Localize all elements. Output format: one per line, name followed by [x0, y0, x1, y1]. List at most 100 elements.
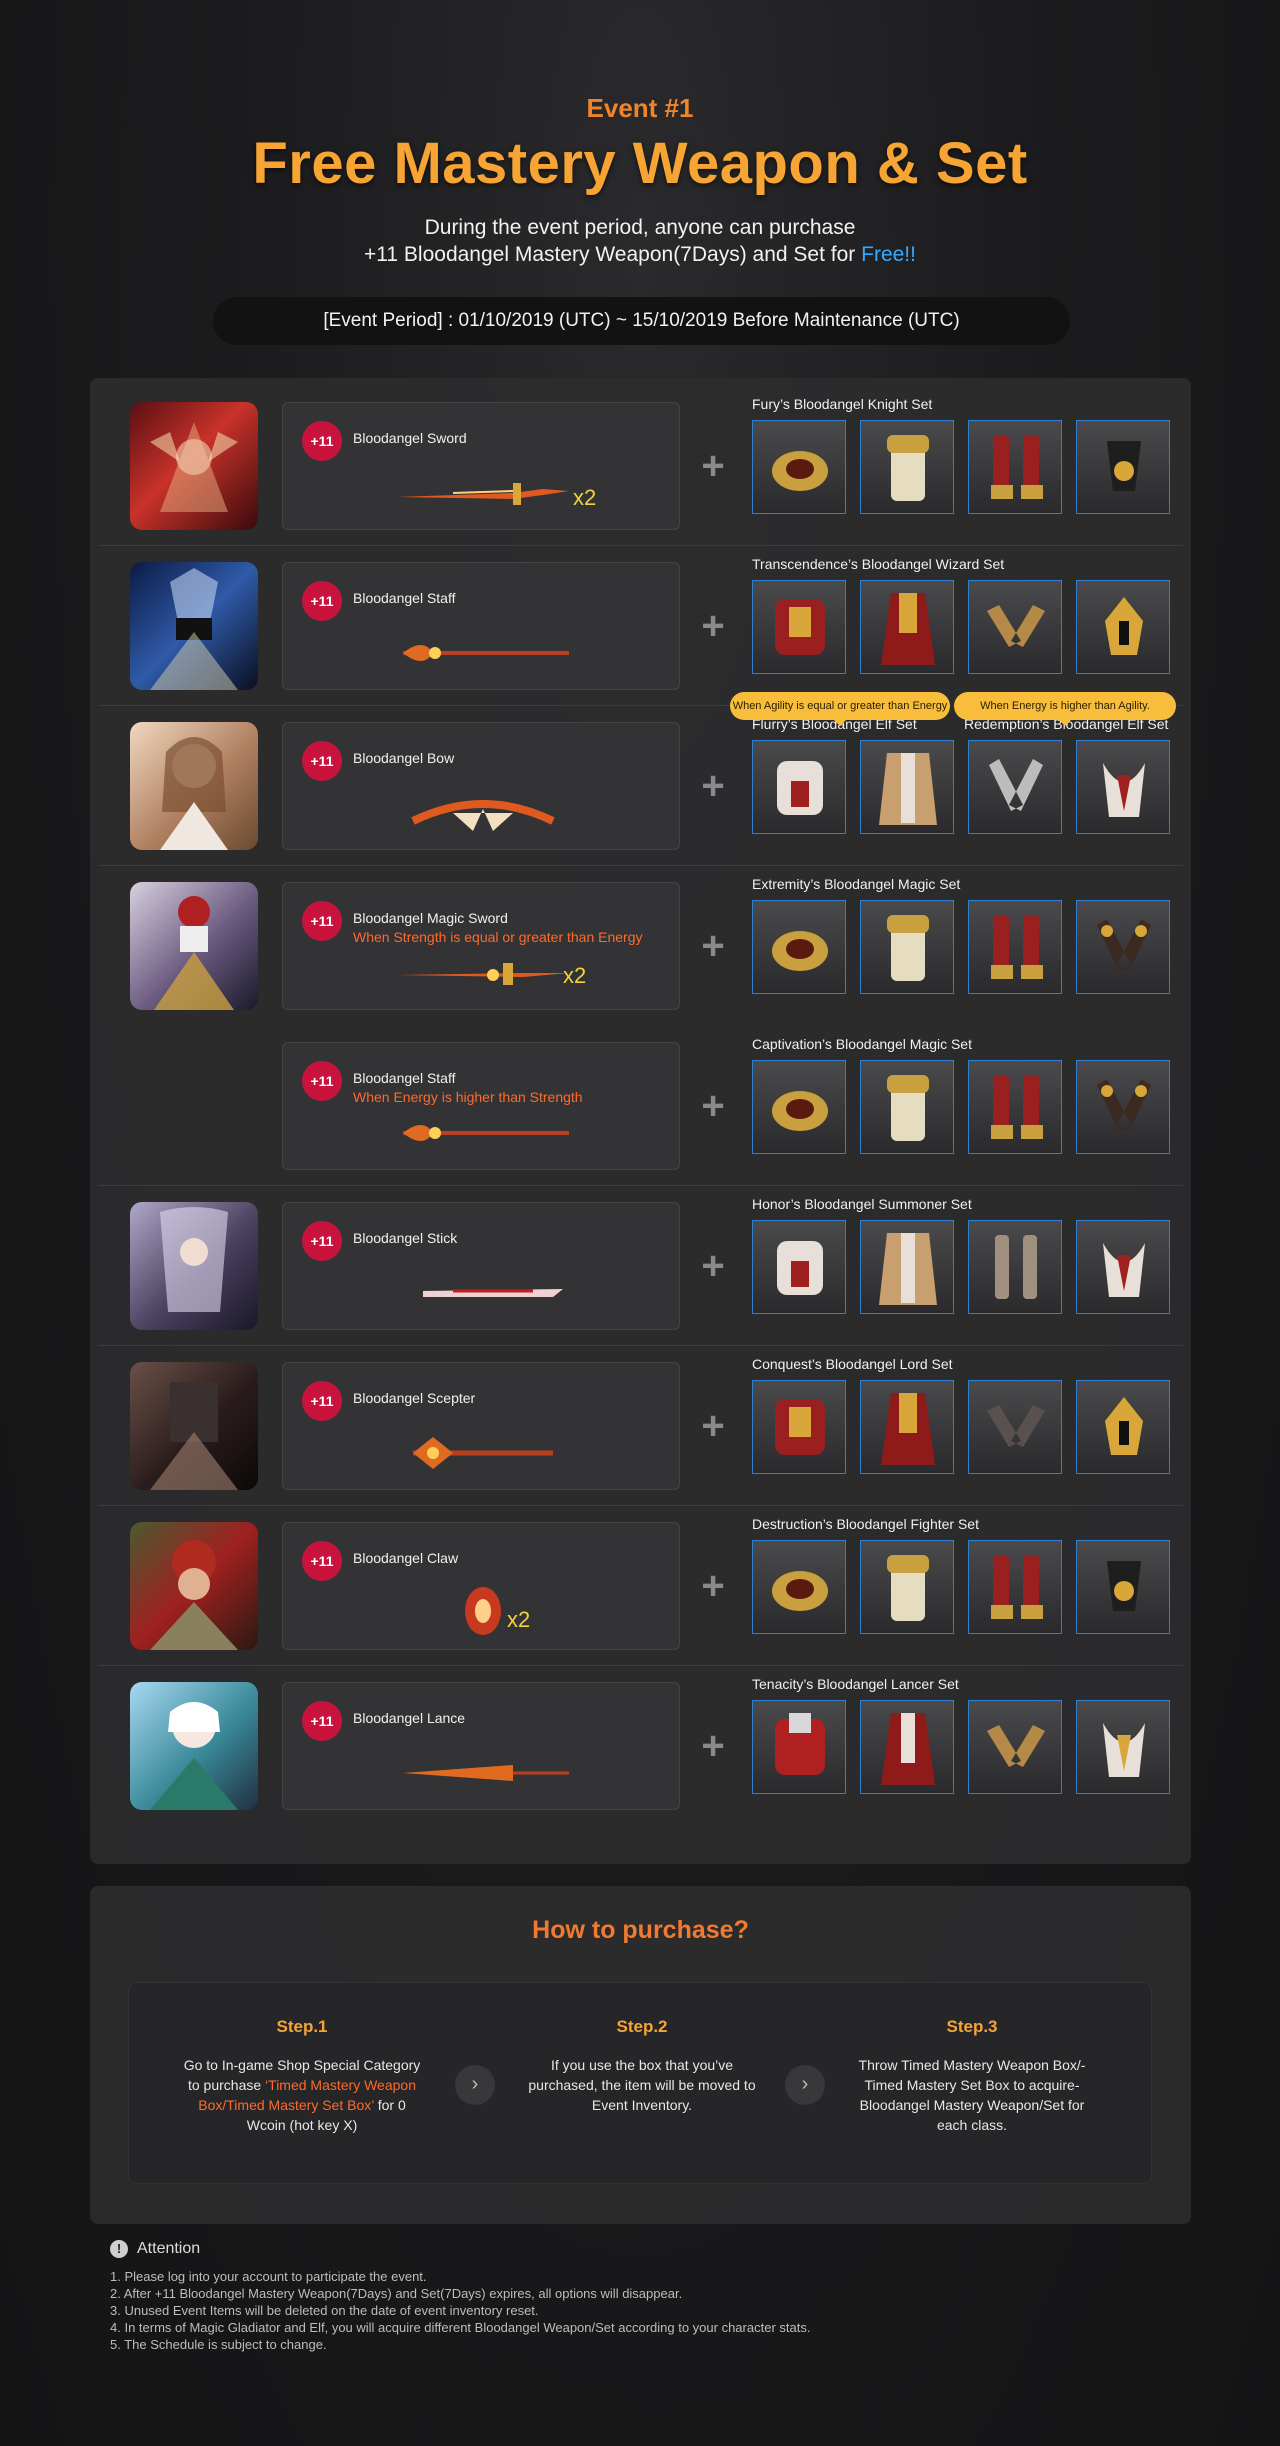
step-3: Step.3 Throw Timed Mastery Weapon Box/-T… — [847, 2017, 1097, 2135]
plus-icon: + — [701, 1404, 725, 1448]
event-header: Event #1 Free Mastery Weapon & Set Durin… — [0, 0, 1280, 376]
step-text: Throw Timed Mastery Weapon Box/-Timed Ma… — [858, 2057, 1086, 2133]
weapon-name: Bloodangel Bow — [353, 750, 455, 766]
summoner-portrait — [130, 1202, 258, 1330]
weapon-box-staff: +11 Bloodangel Staff — [282, 562, 680, 690]
set-name: Honor’s Bloodangel Summoner Set — [752, 1196, 972, 1212]
armor-helm-icon — [1076, 1700, 1170, 1794]
elf-portrait — [130, 722, 258, 850]
lancer-portrait — [130, 1682, 258, 1810]
weapon-box-stick: +11 Bloodangel Stick — [282, 1202, 680, 1330]
elf-agility-tooltip: When Agility is equal or greater than En… — [730, 692, 950, 726]
attention-line: 1. Please log into your account to parti… — [110, 2269, 427, 2284]
armor-boots-icon — [968, 420, 1062, 514]
attention-title: Attention — [137, 2240, 201, 2257]
plus11-badge: +11 — [302, 421, 342, 461]
summoner-art-icon — [160, 1207, 228, 1312]
armor-cape-icon — [860, 740, 954, 834]
plus-icon: + — [701, 1564, 725, 1608]
armor-gloves-icon — [1076, 900, 1170, 994]
magic-gladiator-art-icon — [154, 896, 234, 1010]
step-text: Go to In-game Shop Special Category to p… — [177, 2055, 427, 2135]
step-title: Step.2 — [616, 2017, 668, 2036]
plus11-badge: +11 — [302, 741, 342, 781]
event-period: [Event Period] : 01/10/2019 (UTC) ~ 15/1… — [213, 297, 1070, 345]
attention-line: 5. The Schedule is subject to change. — [110, 2337, 327, 2352]
armor-robe-icon — [860, 1700, 954, 1794]
weapon-name: Bloodangel Magic Sword — [353, 910, 508, 926]
lancer-art-icon — [150, 1702, 238, 1810]
reward-row-lord: +11 Bloodangel Scepter + Conquest’s Bloo… — [98, 1346, 1183, 1506]
weapon-box-sword: +11 Bloodangel Sword x2 — [282, 402, 680, 530]
event-number: Event #1 — [586, 93, 694, 123]
reward-row-fighter: +11 Bloodangel Claw x2 + Destruction’s B… — [98, 1506, 1183, 1666]
plus-icon: + — [701, 444, 725, 488]
reward-row-elf: +11 Bloodangel Bow + Flurry’s Bloodangel… — [98, 706, 1183, 866]
armor-robe-icon — [860, 580, 954, 674]
weapon-condition: When Strength is equal or greater than E… — [353, 929, 643, 945]
set-name: Destruction’s Bloodangel Fighter Set — [752, 1516, 979, 1532]
reward-row-summoner: +11 Bloodangel Stick + Honor’s Bloodange… — [98, 1186, 1183, 1346]
armor-chest-icon — [752, 580, 846, 674]
weapon-box-bow: +11 Bloodangel Bow — [282, 722, 680, 850]
plus11-badge: +11 — [302, 1061, 342, 1101]
step-text: If you use the box that you’ve purchased… — [528, 2057, 756, 2113]
weapon-name: Bloodangel Staff — [353, 1070, 456, 1086]
wizard-portrait — [130, 562, 258, 690]
plus-icon: + — [701, 924, 725, 968]
exclamation-icon: ! — [110, 2240, 128, 2258]
plus11-badge: +11 — [302, 1541, 342, 1581]
scepter-icon — [413, 1437, 553, 1469]
armor-helm-icon — [752, 900, 846, 994]
step-title: Step.1 — [276, 2017, 328, 2036]
knight-portrait — [130, 402, 258, 530]
attention-line: 3. Unused Event Items will be deleted on… — [110, 2303, 539, 2318]
chevron-right-icon: › — [455, 2065, 495, 2105]
elf-energy-tooltip: When Energy is higher than Agility. — [954, 692, 1176, 726]
quantity-multiplier: x2 — [563, 963, 587, 988]
attention-line: 4. In terms of Magic Gladiator and Elf, … — [110, 2320, 811, 2335]
weapon-name: Bloodangel Sword — [353, 430, 467, 446]
staff-icon — [403, 1125, 569, 1141]
weapon-box-magic-staff: +11 Bloodangel Staff When Energy is high… — [282, 1042, 680, 1170]
armor-helm-icon — [1076, 580, 1170, 674]
weapon-name: Bloodangel Staff — [353, 590, 456, 606]
elf-art-icon — [160, 737, 228, 850]
set-name: Extremity’s Bloodangel Magic Set — [752, 876, 961, 892]
weapon-box-scepter: +11 Bloodangel Scepter — [282, 1362, 680, 1490]
description-line-2: +11 Bloodangel Mastery Weapon(7Days) and… — [0, 241, 1280, 268]
reward-row-magic-gladiator: +11 Bloodangel Magic Sword When Strength… — [98, 866, 1183, 1186]
armor-helm-icon — [752, 1060, 846, 1154]
weapon-name: Bloodangel Lance — [353, 1710, 466, 1726]
armor-gloves-icon — [968, 580, 1062, 674]
set-name: Fury’s Bloodangel Knight Set — [752, 396, 933, 412]
description-line-2-text: +11 Bloodangel Mastery Weapon(7Days) and… — [364, 243, 856, 266]
armor-chest-icon — [752, 740, 846, 834]
plus11-badge: +11 — [302, 901, 342, 941]
armor-chest-icon — [860, 1060, 954, 1154]
lance-icon — [403, 1765, 569, 1781]
reward-row-knight: +11 Bloodangel Sword x2 + Fury’s Bloodan… — [98, 386, 1183, 546]
step-title: Step.3 — [946, 2017, 998, 2036]
set-name: Conquest’s Bloodangel Lord Set — [752, 1356, 953, 1372]
chevron-right-icon: › — [785, 2065, 825, 2105]
event-description: During the event period, anyone can purc… — [0, 214, 1280, 268]
quantity-multiplier: x2 — [507, 1607, 531, 1632]
armor-helm-icon — [1076, 740, 1170, 834]
weapon-name: Bloodangel Scepter — [353, 1390, 476, 1406]
armor-helm-icon — [1076, 1220, 1170, 1314]
armor-gloves-icon — [968, 1700, 1062, 1794]
plus11-badge: +11 — [302, 1701, 342, 1741]
sword-icon — [397, 483, 569, 505]
bow-icon — [411, 800, 555, 831]
fighter-art-icon — [150, 1540, 238, 1650]
plus-icon: + — [701, 764, 725, 808]
reward-row-wizard: +11 Bloodangel Staff + Transcendence’s B… — [98, 546, 1183, 706]
plus-icon: + — [701, 1084, 725, 1128]
armor-gloves-icon — [1076, 1060, 1170, 1154]
description-line-1: During the event period, anyone can purc… — [424, 216, 856, 239]
armor-boots-icon — [968, 1540, 1062, 1634]
plus11-badge: +11 — [302, 1221, 342, 1261]
armor-chest-icon — [860, 420, 954, 514]
weapon-name: Bloodangel Stick — [353, 1230, 458, 1246]
